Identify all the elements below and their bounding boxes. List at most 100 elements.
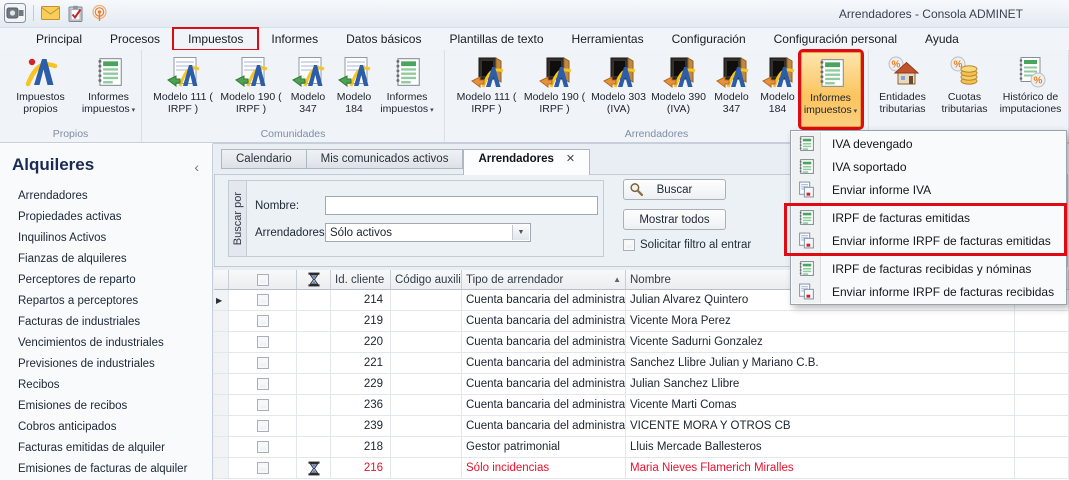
ribbon-button-entidades-tributarias[interactable]: % Entidades tributarias bbox=[870, 52, 936, 127]
sidebar-item-emisiones-de-recibos[interactable]: Emisiones de recibos bbox=[0, 396, 212, 417]
buscar-button-label: Buscar bbox=[656, 183, 693, 196]
tab-arrendadores[interactable]: Arrendadores ✕ bbox=[463, 149, 591, 175]
tax-report-icon bbox=[92, 56, 126, 88]
sidebar-item-recibos[interactable]: Recibos bbox=[0, 375, 212, 396]
menu-item-iva-soportado[interactable]: IVA soportado bbox=[791, 155, 1066, 178]
cell-nombre: VICENTE MORA Y OTROS CB bbox=[626, 416, 1015, 437]
ribbon-button-modelo-184[interactable]: Modelo 184 bbox=[331, 52, 377, 127]
row-checkbox[interactable] bbox=[256, 399, 269, 411]
cell-spacer bbox=[1015, 458, 1069, 479]
header-checkbox[interactable] bbox=[256, 273, 269, 286]
table-row[interactable]: 219 Cuenta bancaria del administrador Vice… bbox=[214, 311, 1069, 332]
menu-tab-herramientas[interactable]: Herramientas bbox=[558, 29, 658, 49]
ribbon-button-modelo-190-irpf[interactable]: Modelo 190 ( IRPF ) bbox=[521, 52, 589, 127]
sidebar-item-repartos-a-perceptores[interactable]: Repartos a perceptores bbox=[0, 291, 212, 312]
menu-tab-datos-basicos[interactable]: Datos básicos bbox=[332, 29, 435, 49]
ribbon-button-cuotas-tributarias[interactable]: % Cuotas tributarias bbox=[936, 52, 994, 127]
sidebar-item-facturas-de-industriales[interactable]: Facturas de industriales bbox=[0, 312, 212, 333]
solicitar-filtro-checkbox[interactable] bbox=[623, 239, 635, 251]
column-header-tipo[interactable]: Tipo de arrendador ▲ bbox=[462, 270, 626, 290]
buscar-button[interactable]: Buscar bbox=[623, 179, 726, 200]
ribbon-button-historico-de-imputaciones[interactable]: % Histórico de imputaciones bbox=[994, 52, 1068, 127]
cell-id-cliente: 219 bbox=[331, 311, 391, 332]
column-header-indicator[interactable] bbox=[214, 270, 229, 290]
collapse-chevron-icon[interactable]: ‹ bbox=[194, 159, 199, 175]
row-checkbox[interactable] bbox=[256, 420, 269, 432]
ribbon-button-informes-impuestos[interactable]: Informes impuestos ▾ bbox=[797, 49, 864, 130]
row-checkbox[interactable] bbox=[256, 462, 269, 474]
model-safe-icon bbox=[761, 56, 795, 88]
ribbon-button-modelo-111-irpf[interactable]: Modelo 111 ( IRPF ) bbox=[453, 52, 521, 127]
mostrar-todos-button[interactable]: Mostrar todos bbox=[623, 209, 726, 230]
ribbon-button-modelo-190-irpf[interactable]: Modelo 190 ( IRPF ) bbox=[217, 52, 285, 127]
menu-item-enviar-informe-iva[interactable]: Enviar informe IVA bbox=[791, 178, 1066, 201]
ribbon-button-modelo-390-iva[interactable]: Modelo 390 (IVA) bbox=[649, 52, 709, 127]
magnifier-icon bbox=[629, 182, 644, 197]
row-checkbox[interactable] bbox=[256, 336, 269, 348]
row-flag-cell bbox=[297, 332, 331, 353]
row-checkbox[interactable] bbox=[256, 378, 269, 390]
sidebar-item-cobros-anticipados[interactable]: Cobros anticipados bbox=[0, 417, 212, 438]
menu-item-label: IRPF de facturas emitidas bbox=[832, 210, 971, 225]
row-checkbox[interactable] bbox=[256, 294, 269, 306]
cell-spacer bbox=[1015, 353, 1069, 374]
row-checkbox[interactable] bbox=[256, 441, 269, 453]
table-row[interactable]: 239 Cuenta bancaria del administrador VICE… bbox=[214, 416, 1069, 437]
ribbon-button-modelo-347[interactable]: Modelo 347 bbox=[709, 52, 755, 127]
select-dropdown-icon[interactable]: ▼ bbox=[512, 225, 529, 240]
table-row[interactable]: 218 Gestor patrimonial Lluis Mercade Balle… bbox=[214, 437, 1069, 458]
sidebar-item-emisiones-de-facturas-de-alquiler[interactable]: Emisiones de facturas de alquiler bbox=[0, 459, 212, 480]
menu-tab-procesos[interactable]: Procesos bbox=[96, 29, 174, 49]
column-header-select[interactable] bbox=[229, 270, 297, 290]
menu-item-irpf-de-facturas-emitidas[interactable]: IRPF de facturas emitidas bbox=[791, 206, 1066, 229]
cell-id-cliente: 239 bbox=[331, 416, 391, 437]
menu-tab-impuestos[interactable]: Impuestos bbox=[172, 27, 260, 51]
ribbon-button-informes-impuestos[interactable]: Informes impuestos ▾ bbox=[377, 52, 437, 127]
ribbon-button-modelo-184[interactable]: Modelo 184 bbox=[755, 52, 801, 127]
menu-tab-plantillas-de-texto[interactable]: Plantillas de texto bbox=[435, 29, 557, 49]
ribbon-button-modelo-111-irpf[interactable]: Modelo 111 ( IRPF ) bbox=[149, 52, 217, 127]
arrendadores-select[interactable]: Sólo activos ▼ bbox=[325, 223, 531, 242]
sidebar-item-previsiones-de-industriales[interactable]: Previsiones de industriales bbox=[0, 354, 212, 375]
sidebar-item-perceptores-de-reparto[interactable]: Perceptores de reparto bbox=[0, 270, 212, 291]
column-header-id[interactable]: Id. cliente bbox=[331, 270, 391, 290]
sort-ascending-icon: ▲ bbox=[613, 275, 621, 284]
tab-mis-comunicados-activos[interactable]: Mis comunicados activos bbox=[306, 149, 464, 169]
ribbon-button-modelo-347[interactable]: Modelo 347 bbox=[285, 52, 331, 127]
menu-tab-principal[interactable]: Principal bbox=[22, 29, 96, 49]
menu-tab-ayuda[interactable]: Ayuda bbox=[911, 29, 973, 49]
ribbon-button-modelo-303-iva[interactable]: Modelo 303 (IVA) bbox=[589, 52, 649, 127]
row-checkbox[interactable] bbox=[256, 357, 269, 369]
nombre-input[interactable] bbox=[325, 196, 598, 215]
sidebar-item-propiedades-activas[interactable]: Propiedades activas bbox=[0, 207, 212, 228]
tab-calendario[interactable]: Calendario bbox=[221, 149, 307, 169]
sidebar-item-inquilinos-activos[interactable]: Inquilinos Activos bbox=[0, 228, 212, 249]
table-row[interactable]: 220 Cuenta bancaria del administrador Vice… bbox=[214, 332, 1069, 353]
ribbon-button-informes-impuestos[interactable]: Informes impuestos ▾ bbox=[79, 52, 139, 127]
sidebar-item-vencimientos-de-industriales[interactable]: Vencimientos de industriales bbox=[0, 333, 212, 354]
menu-item-iva-devengado[interactable]: IVA devengado bbox=[791, 132, 1066, 155]
menu-item-irpf-de-facturas-recibidas-y-nominas[interactable]: IRPF de facturas recibidas y nóminas bbox=[791, 257, 1066, 280]
row-select-cell bbox=[229, 416, 297, 437]
sidebar-item-facturas-emitidas-de-alquiler[interactable]: Facturas emitidas de alquiler bbox=[0, 438, 212, 459]
ribbon-button-impuestos-propios[interactable]: Impuestos propios bbox=[3, 52, 79, 127]
column-header-codigo[interactable]: Código auxiliar bbox=[391, 270, 462, 290]
menu-tab-configuracion[interactable]: Configuración bbox=[658, 29, 760, 49]
column-header-flag[interactable] bbox=[297, 270, 331, 290]
sidebar-item-arrendadores[interactable]: Arrendadores bbox=[0, 186, 212, 207]
row-checkbox[interactable] bbox=[256, 315, 269, 327]
report-percent-icon: % bbox=[1014, 56, 1048, 88]
menu-tab-configuracion-personal[interactable]: Configuración personal bbox=[760, 29, 911, 49]
table-row[interactable]: 229 Cuenta bancaria del administrador Juli… bbox=[214, 374, 1069, 395]
sidebar-item-fianzas-de-alquileres[interactable]: Fianzas de alquileres bbox=[0, 249, 212, 270]
menu-item-enviar-informe-irpf-de-facturas-recibidas[interactable]: Enviar informe IRPF de facturas recibida… bbox=[791, 280, 1066, 303]
menu-item-enviar-informe-irpf-de-facturas-emitidas[interactable]: Enviar informe IRPF de facturas emitidas bbox=[791, 229, 1066, 252]
menu-tab-informes[interactable]: Informes bbox=[257, 29, 332, 49]
sidebar-header: Alquileres ‹ bbox=[0, 144, 212, 179]
cell-nombre: Maria Nieves Flamerich Miralles bbox=[626, 458, 1015, 479]
close-icon[interactable]: ✕ bbox=[566, 153, 575, 165]
table-row[interactable]: 236 Cuenta bancaria del administrador Vice… bbox=[214, 395, 1069, 416]
table-row[interactable]: 216 Sólo incidencias Maria Nieves Flameric… bbox=[214, 458, 1069, 479]
row-flag-cell bbox=[297, 374, 331, 395]
table-row[interactable]: 221 Cuenta bancaria del administrador Sanc… bbox=[214, 353, 1069, 374]
